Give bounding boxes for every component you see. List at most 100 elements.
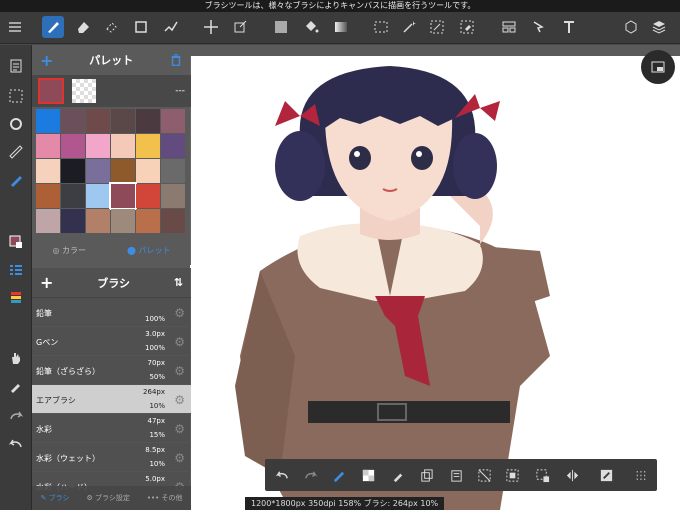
- palette-swatch[interactable]: [109, 182, 137, 210]
- palette-swatch[interactable]: [86, 209, 110, 233]
- palette-swatch[interactable]: [111, 134, 135, 158]
- canvas-artwork[interactable]: [190, 56, 680, 510]
- undo-icon[interactable]: [5, 433, 27, 455]
- palette-swatch[interactable]: [36, 109, 60, 133]
- brush-tool-icon[interactable]: [42, 16, 64, 38]
- menu-icon[interactable]: [4, 16, 26, 38]
- palette-swatch[interactable]: [136, 134, 160, 158]
- sort-icon[interactable]: ⇅: [174, 276, 183, 289]
- tab-palette[interactable]: ⬤ パレット: [127, 245, 171, 256]
- clear-layer-icon[interactable]: [531, 464, 553, 486]
- brush-item[interactable]: 水彩（ウェット） 8.5px 10% ⚙: [32, 443, 191, 472]
- document-icon[interactable]: [5, 55, 27, 77]
- gradient-tool-icon[interactable]: [330, 16, 352, 38]
- materials-icon[interactable]: [620, 16, 642, 38]
- palette-swatch[interactable]: [86, 134, 110, 158]
- fill-color-icon[interactable]: [270, 16, 292, 38]
- palette-swatch[interactable]: [136, 184, 160, 208]
- undo-button-icon[interactable]: [271, 464, 293, 486]
- palette-swatch[interactable]: [136, 109, 160, 133]
- palette-swatch[interactable]: [136, 209, 160, 233]
- gear-icon[interactable]: ⚙: [174, 393, 185, 407]
- brush-item[interactable]: 鉛筆（ざらざら） 70px 50% ⚙: [32, 356, 191, 385]
- palette-swatch[interactable]: [36, 209, 60, 233]
- palette-swatch[interactable]: [61, 184, 85, 208]
- palette-swatch[interactable]: [136, 159, 160, 183]
- palette-swatch[interactable]: [161, 184, 185, 208]
- deselect-icon[interactable]: [473, 464, 495, 486]
- bucket-tool-icon[interactable]: [300, 16, 322, 38]
- tab-brush[interactable]: ✎ ブラシ: [41, 493, 70, 503]
- tab-other[interactable]: ••• その他: [147, 493, 183, 503]
- layer-list-icon[interactable]: [5, 259, 27, 281]
- select-tool-icon[interactable]: [370, 16, 392, 38]
- gear-icon[interactable]: ⚙: [174, 364, 185, 378]
- brush-item[interactable]: 鉛筆 100% ⚙: [32, 298, 191, 327]
- navigator-button[interactable]: [641, 50, 675, 84]
- tab-color[interactable]: ◎ カラー: [52, 245, 86, 256]
- ruler-icon[interactable]: [5, 141, 27, 163]
- brush-item[interactable]: エアブラシ 264px 10% ⚙: [32, 385, 191, 414]
- brush-item[interactable]: 水彩 47px 15% ⚙: [32, 414, 191, 443]
- gear-icon[interactable]: ⚙: [174, 335, 185, 349]
- palette-swatch[interactable]: [86, 184, 110, 208]
- transparent-swatch[interactable]: [72, 79, 96, 103]
- edit-layer-icon[interactable]: [595, 464, 617, 486]
- palette-swatch[interactable]: [36, 134, 60, 158]
- palette-swatch[interactable]: [36, 184, 60, 208]
- select-eraser-icon[interactable]: [456, 16, 478, 38]
- selection-view-icon[interactable]: [5, 85, 27, 107]
- brush-item[interactable]: Gペン 3.0px 100% ⚙: [32, 327, 191, 356]
- paste-icon[interactable]: [445, 464, 467, 486]
- rotate-icon[interactable]: [5, 113, 27, 135]
- add-palette-icon[interactable]: +: [40, 51, 53, 70]
- eyedropper-button-icon[interactable]: [387, 464, 409, 486]
- gear-icon[interactable]: ⚙: [174, 451, 185, 465]
- eraser-tool-icon[interactable]: [72, 16, 94, 38]
- color-palette-icon[interactable]: [5, 287, 27, 309]
- palette-swatch[interactable]: [161, 159, 185, 183]
- text-tool-icon[interactable]: [558, 16, 580, 38]
- palette-swatch[interactable]: [86, 159, 110, 183]
- hand-tool-icon[interactable]: [5, 347, 27, 369]
- frame-divider-icon[interactable]: [498, 16, 520, 38]
- gear-icon[interactable]: ⚙: [174, 422, 185, 436]
- correction-tool-icon[interactable]: [160, 16, 182, 38]
- operation-tool-icon[interactable]: [528, 16, 550, 38]
- palette-swatch[interactable]: [36, 159, 60, 183]
- current-color-swatch[interactable]: [38, 78, 64, 104]
- gear-icon[interactable]: ⚙: [174, 306, 185, 320]
- transform-tool-icon[interactable]: [229, 16, 251, 38]
- palette-swatch[interactable]: [111, 209, 135, 233]
- delete-icon[interactable]: [169, 53, 183, 67]
- color-icon[interactable]: [5, 231, 27, 253]
- layers-icon[interactable]: [648, 16, 670, 38]
- tab-brush-settings[interactable]: ⚙ ブラシ設定: [86, 493, 129, 503]
- eyedropper-icon[interactable]: [5, 375, 27, 397]
- brush-color-icon[interactable]: [327, 464, 349, 486]
- transparent-color-icon[interactable]: [357, 464, 379, 486]
- palette-swatch[interactable]: [161, 109, 185, 133]
- palette-swatch[interactable]: [161, 209, 185, 233]
- erase-selection-icon[interactable]: [100, 16, 122, 38]
- redo-button-icon[interactable]: [299, 464, 321, 486]
- select-pen-icon[interactable]: [426, 16, 448, 38]
- palette-swatch[interactable]: [111, 159, 135, 183]
- palette-swatch[interactable]: [161, 134, 185, 158]
- palette-swatch[interactable]: [111, 109, 135, 133]
- move-tool-icon[interactable]: [200, 16, 222, 38]
- palette-swatch[interactable]: [61, 159, 85, 183]
- brush-paint-icon[interactable]: [5, 169, 27, 191]
- shape-tool-icon[interactable]: [130, 16, 152, 38]
- redo-icon[interactable]: [5, 405, 27, 427]
- more-options-icon[interactable]: [629, 464, 651, 486]
- palette-swatch[interactable]: [86, 109, 110, 133]
- magic-wand-icon[interactable]: [398, 16, 420, 38]
- palette-swatch[interactable]: [61, 109, 85, 133]
- palette-swatch[interactable]: [61, 209, 85, 233]
- add-brush-icon[interactable]: +: [40, 273, 53, 292]
- flip-icon[interactable]: [561, 464, 583, 486]
- copy-icon[interactable]: [415, 464, 437, 486]
- palette-swatch[interactable]: [61, 134, 85, 158]
- select-all-icon[interactable]: [501, 464, 523, 486]
